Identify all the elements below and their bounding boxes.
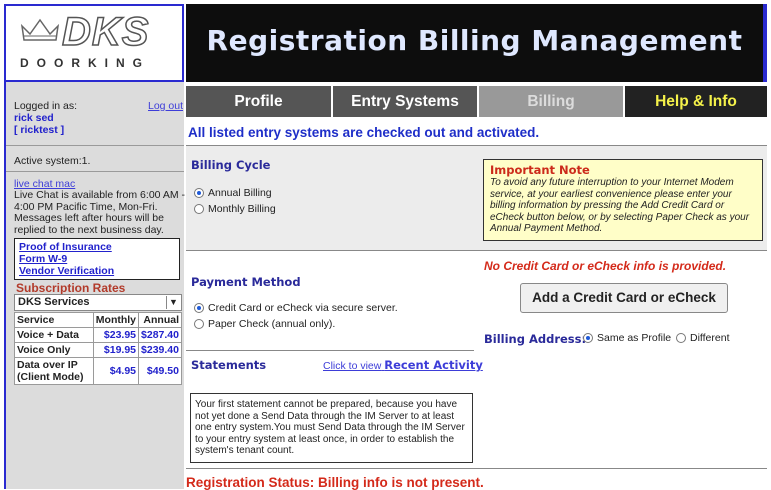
registration-status: Registration Status: Billing info is not… [186,475,484,490]
tab-profile[interactable]: Profile [186,86,333,117]
address-same-label: Same as Profile [597,332,672,344]
radio-selected-icon[interactable] [194,303,204,313]
radio-unselected-icon[interactable] [676,333,686,343]
annual-billing-radio[interactable]: Annual Billing [194,187,272,199]
user-name: rick sed [14,112,54,124]
page-title: Registration Billing Management [206,24,743,57]
activation-status: All listed entry systems are checked out… [188,125,540,140]
tab-billing[interactable]: Billing [479,86,625,117]
important-note: Important Note To avoid any future inter… [483,159,763,241]
rates-header-service: Service [14,312,94,328]
vendor-verification-link[interactable]: Vendor Verification [19,265,175,277]
user-id: [ ricktest ] [14,124,65,136]
rate-service: Voice Only [14,342,94,358]
address-different-radio[interactable]: Different [676,332,730,344]
title-bar: Registration Billing Management [186,4,767,82]
rate-monthly: $4.95 [92,357,140,385]
paper-check-radio[interactable]: Paper Check (annual only). [194,318,335,330]
live-chat-hours: Live Chat is available from 6:00 AM - 4:… [14,189,185,236]
documents-box: Proof of Insurance Form W-9 Vendor Verif… [14,238,180,280]
no-payment-info-message: No Credit Card or eCheck info is provide… [484,259,727,273]
active-system: Active system:1. [14,155,91,167]
important-note-title: Important Note [490,163,590,177]
sidebar: Logged in as: Log out rick sed [ ricktes… [4,82,185,489]
rates-header-annual: Annual [138,312,182,328]
subscription-rates-title: Subscription Rates [16,281,126,295]
logo-subtitle: DOORKING [20,56,150,70]
rate-service: Data over IP (Client Mode) [14,357,94,385]
sidebar-divider [6,145,184,146]
recent-activity-prefix: Click to view [323,360,382,372]
tab-entry-systems[interactable]: Entry Systems [333,86,479,117]
services-select-value: DKS Services [18,296,90,308]
address-same-radio[interactable]: Same as Profile [583,332,671,344]
billing-cycle-title: Billing Cycle [191,158,271,172]
rates-header-monthly: Monthly [92,312,140,328]
statements-title: Statements [191,358,267,372]
add-credit-card-button[interactable]: Add a Credit Card or eCheck [520,283,728,313]
monthly-billing-label: Monthly Billing [208,203,276,215]
section-divider [186,250,767,251]
section-divider [186,468,767,469]
paper-check-label: Paper Check (annual only). [208,318,336,330]
address-different-label: Different [690,332,730,344]
rate-annual: $239.40 [138,342,182,358]
table-row: Voice Only $19.95 $239.40 [14,342,182,358]
logout-link[interactable]: Log out [148,100,183,112]
radio-unselected-icon[interactable] [194,319,204,329]
recent-activity-link[interactable]: Click to view Recent Activity [323,358,483,372]
credit-card-radio[interactable]: Credit Card or eCheck via secure server. [194,302,398,314]
doorking-logo: DKS DOORKING [4,4,184,82]
rate-annual: $49.50 [138,357,182,385]
radio-selected-icon[interactable] [583,333,593,343]
user-info: rick sed [ ricktest ] [14,112,64,136]
page: DKS DOORKING Registration Billing Manage… [0,0,771,490]
statement-info-box: Your first statement cannot be prepared,… [190,393,473,463]
annual-billing-label: Annual Billing [208,187,272,199]
recent-activity-label[interactable]: Recent Activity [384,358,483,372]
payment-method-title: Payment Method [191,275,301,289]
form-w9-link[interactable]: Form W-9 [19,253,175,265]
rate-monthly: $23.95 [92,327,140,343]
main-tabs: Profile Entry Systems Billing Help & Inf… [186,86,767,117]
chevron-down-icon[interactable]: ▼ [166,296,180,309]
rate-annual: $287.40 [138,327,182,343]
logo-brand: DKS [61,10,150,54]
billing-address-label: Billing Address: [484,332,587,346]
table-row: Voice + Data $23.95 $287.40 [14,327,182,343]
important-note-text: To avoid any future interruption to your… [490,177,750,234]
radio-selected-icon[interactable] [194,188,204,198]
rate-monthly: $19.95 [92,342,140,358]
monthly-billing-radio[interactable]: Monthly Billing [194,203,276,215]
logged-in-label: Logged in as: [14,100,78,112]
sidebar-divider [6,171,184,172]
credit-card-label: Credit Card or eCheck via secure server. [208,302,398,314]
crown-icon [20,18,60,41]
section-divider [186,350,474,351]
table-row: Data over IP (Client Mode) $4.95 $49.50 [14,357,182,385]
services-select[interactable]: DKS Services ▼ [14,294,182,311]
radio-unselected-icon[interactable] [194,204,204,214]
tab-help-info[interactable]: Help & Info [625,86,767,117]
rates-header-row: Service Monthly Annual [14,312,182,328]
rate-service: Voice + Data [14,327,94,343]
rates-table: Service Monthly Annual Voice + Data $23.… [14,312,182,385]
proof-of-insurance-link[interactable]: Proof of Insurance [19,241,175,253]
